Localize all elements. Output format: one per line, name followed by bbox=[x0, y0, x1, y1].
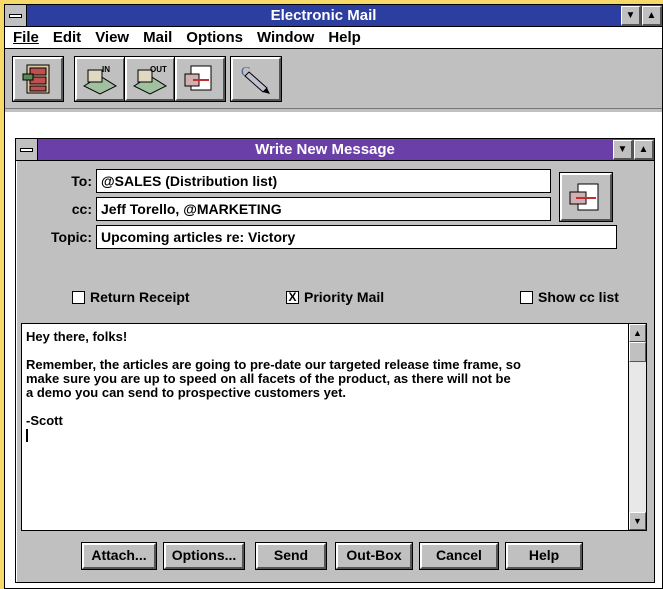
svg-text:OUT: OUT bbox=[150, 65, 167, 74]
file-cabinet-icon bbox=[22, 64, 50, 93]
options-button[interactable]: Options... bbox=[163, 542, 245, 570]
address-book-icon bbox=[569, 183, 599, 211]
write-message-window: Write New Message ▼ ▲ To: @SALES (Distri… bbox=[15, 138, 655, 583]
system-menu-icon bbox=[9, 13, 22, 18]
svg-text:IN: IN bbox=[102, 65, 110, 74]
menu-edit[interactable]: Edit bbox=[47, 29, 89, 46]
file-cabinet-button[interactable] bbox=[12, 55, 64, 102]
scroll-thumb[interactable] bbox=[629, 342, 646, 362]
email-app-window: Electronic Mail ▼ ▲ File Edit View Mail … bbox=[4, 4, 663, 589]
out-box-button[interactable]: Out-Box bbox=[335, 542, 413, 570]
options-row: Return Receipt X Priority Mail Show cc l… bbox=[16, 289, 654, 309]
arrow-down-icon: ▼ bbox=[625, 9, 636, 21]
compose-icon bbox=[184, 65, 212, 90]
menu-mail[interactable]: Mail bbox=[137, 29, 180, 46]
show-cc-label: Show cc list bbox=[538, 289, 619, 305]
compose-system-menu-button[interactable] bbox=[16, 139, 38, 160]
menu-help[interactable]: Help bbox=[322, 29, 369, 46]
return-receipt-label: Return Receipt bbox=[90, 289, 190, 305]
compose-maximize-button[interactable]: ▲ bbox=[634, 139, 654, 160]
menu-options[interactable]: Options bbox=[180, 29, 251, 46]
menu-bar: File Edit View Mail Options Window Help bbox=[5, 27, 662, 49]
address-book-button[interactable] bbox=[559, 172, 613, 222]
cc-label: cc: bbox=[71, 201, 92, 217]
maximize-button[interactable]: ▲ bbox=[642, 5, 662, 26]
menu-view[interactable]: View bbox=[89, 29, 137, 46]
to-row: To: @SALES (Distribution list) bbox=[16, 169, 551, 193]
cc-row: cc: Jeff Torello, @MARKETING bbox=[16, 197, 551, 221]
arrow-up-icon: ▲ bbox=[646, 9, 657, 21]
menu-mail-label: Mail bbox=[143, 29, 173, 46]
cc-field[interactable]: Jeff Torello, @MARKETING bbox=[96, 197, 551, 221]
message-body-text: Hey there, folks! Remember, the articles… bbox=[26, 329, 616, 443]
app-title: Electronic Mail bbox=[270, 7, 377, 24]
vertical-scrollbar[interactable]: ▲ ▼ bbox=[628, 324, 646, 530]
arrow-up-icon: ▲ bbox=[633, 328, 642, 338]
mailbox-group: IN OUT bbox=[74, 55, 226, 102]
attach-button[interactable]: Attach... bbox=[81, 542, 157, 570]
send-button[interactable]: Send bbox=[255, 542, 327, 570]
topic-field[interactable]: Upcoming articles re: Victory bbox=[96, 225, 617, 249]
to-label: To: bbox=[71, 173, 92, 189]
outbox-button[interactable]: OUT bbox=[124, 55, 176, 102]
text-cursor bbox=[26, 429, 28, 443]
scroll-down-button[interactable]: ▼ bbox=[629, 512, 646, 530]
show-cc-checkbox[interactable]: Show cc list bbox=[520, 289, 619, 305]
show-cc-box bbox=[520, 290, 533, 304]
arrow-down-icon: ▼ bbox=[633, 516, 642, 526]
minimize-button[interactable]: ▼ bbox=[621, 5, 641, 26]
return-receipt-checkbox[interactable]: Return Receipt bbox=[72, 289, 190, 305]
menu-file[interactable]: File bbox=[7, 29, 47, 46]
pen-icon: C bbox=[241, 65, 270, 94]
menu-file-label: File bbox=[13, 29, 39, 46]
priority-mail-checkbox[interactable]: X Priority Mail bbox=[286, 289, 384, 305]
inbox-icon: IN bbox=[82, 65, 118, 95]
compose-minimize-button[interactable]: ▼ bbox=[613, 139, 633, 160]
compose-titlebar: Write New Message ▼ ▲ bbox=[16, 139, 654, 161]
menu-edit-label: Edit bbox=[52, 29, 82, 46]
pen-tool-button[interactable]: C bbox=[230, 55, 282, 102]
menu-help-label: Help bbox=[328, 29, 361, 46]
workspace: Write New Message ▼ ▲ To: @SALES (Distri… bbox=[5, 112, 662, 588]
to-field[interactable]: @SALES (Distribution list) bbox=[96, 169, 551, 193]
toolbar: IN OUT C bbox=[5, 49, 662, 109]
menu-options-label: Options bbox=[186, 29, 243, 46]
topic-row: Topic: Upcoming articles re: Victory bbox=[16, 225, 617, 249]
menu-window-label: Window bbox=[256, 29, 315, 46]
arrow-up-icon: ▲ bbox=[638, 143, 649, 155]
app-titlebar: Electronic Mail ▼ ▲ bbox=[5, 5, 662, 27]
message-body-editor[interactable]: Hey there, folks! Remember, the articles… bbox=[21, 323, 647, 531]
outbox-icon: OUT bbox=[132, 65, 168, 95]
inbox-button[interactable]: IN bbox=[74, 55, 126, 102]
menu-view-label: View bbox=[95, 29, 130, 46]
system-menu-button[interactable] bbox=[5, 5, 27, 26]
arrow-down-icon: ▼ bbox=[617, 143, 628, 155]
action-buttons: Attach... Options... Send Out-Box Cancel… bbox=[16, 542, 654, 573]
return-receipt-box bbox=[72, 290, 85, 304]
topic-label: Topic: bbox=[51, 229, 92, 245]
priority-mail-box: X bbox=[286, 290, 299, 304]
help-button[interactable]: Help bbox=[505, 542, 583, 570]
compose-button[interactable] bbox=[174, 55, 226, 102]
menu-window[interactable]: Window bbox=[251, 29, 322, 46]
priority-mail-label: Priority Mail bbox=[304, 289, 385, 305]
scroll-up-button[interactable]: ▲ bbox=[629, 324, 646, 342]
cancel-button[interactable]: Cancel bbox=[419, 542, 499, 570]
message-body-content: Hey there, folks! Remember, the articles… bbox=[26, 329, 521, 428]
system-menu-icon bbox=[20, 147, 33, 152]
compose-title: Write New Message bbox=[255, 141, 395, 158]
